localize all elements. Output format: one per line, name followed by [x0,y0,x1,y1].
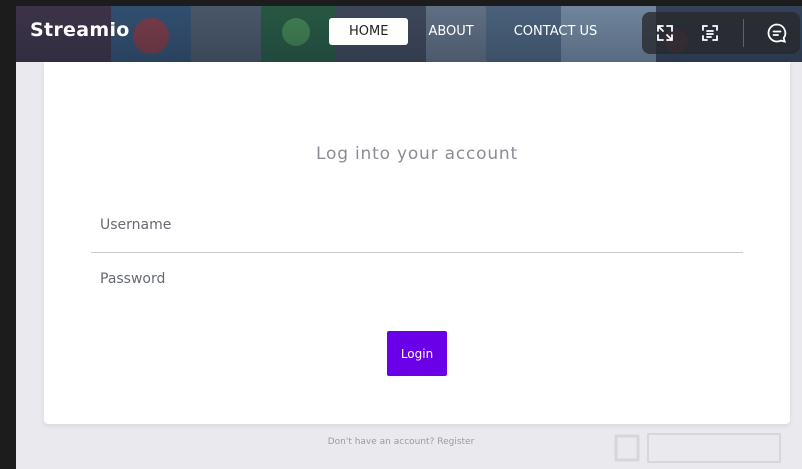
text-recognition-icon[interactable] [698,21,722,45]
watermark-graphic [614,433,781,463]
login-title: Log into your account [316,144,518,164]
password-input[interactable] [91,262,743,296]
page: Streamio HOME ABOUT CONTACT US Log into … [16,6,802,469]
main-nav: HOME ABOUT CONTACT US [329,18,617,45]
password-field [91,262,743,296]
nav-contact[interactable]: CONTACT US [494,18,618,45]
expand-icon[interactable] [653,21,677,45]
login-button[interactable]: Login [387,331,447,376]
nav-home[interactable]: HOME [329,18,409,45]
site-header: Streamio HOME ABOUT CONTACT US [16,6,802,62]
login-card: Log into your account Login [44,62,790,424]
floating-toolbar [642,12,800,54]
username-input[interactable] [91,208,743,242]
brand-logo[interactable]: Streamio [30,19,130,41]
username-field [91,208,743,253]
toolbar-divider [743,19,745,47]
register-link[interactable]: Don't have an account? Register [328,437,475,447]
chat-icon[interactable] [765,21,789,45]
nav-about[interactable]: ABOUT [408,18,493,45]
